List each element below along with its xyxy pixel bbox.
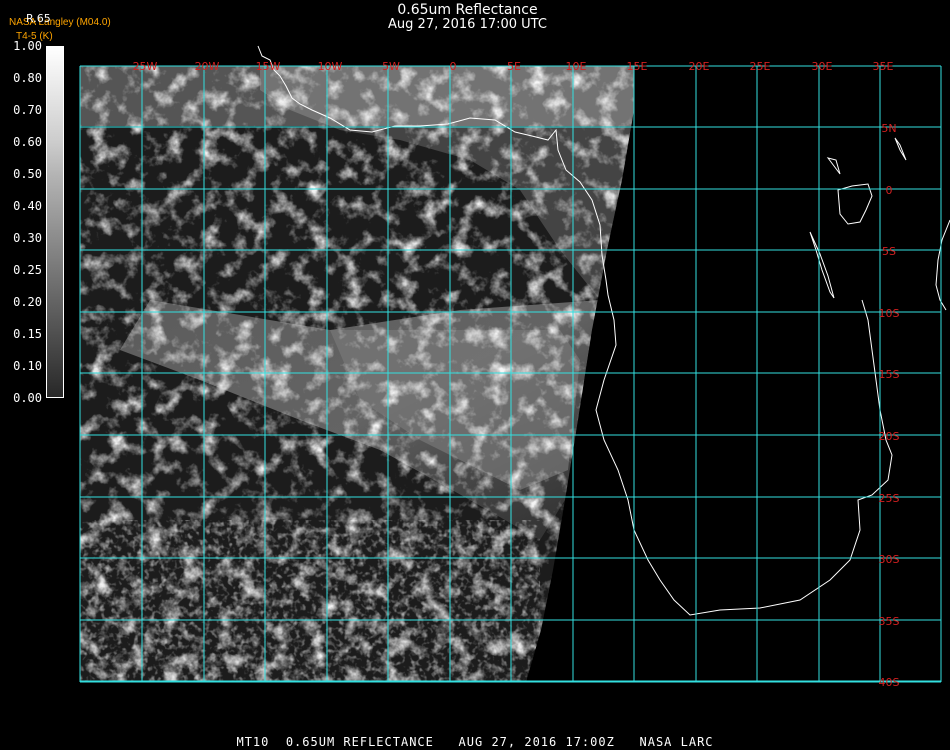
latitude-label: 10S	[879, 307, 900, 320]
longitude-label: 5E	[507, 60, 521, 73]
longitude-label: 5W	[382, 60, 400, 73]
east-coast	[935, 219, 950, 311]
latitude-label: 5N	[881, 122, 896, 135]
latitude-label: 20S	[879, 430, 900, 443]
longitude-label: 0	[450, 60, 457, 73]
satellite-map: 25W 20W 15W 10W 5W 0 5E 10E 15E 20E 25E 30E 35E 5N 0 5S…	[79, 45, 950, 689]
longitude-label: 30E	[812, 60, 833, 73]
latitude-label: 0	[886, 184, 893, 197]
longitude-label: 15W	[256, 60, 281, 73]
longitude-label: 25W	[133, 60, 158, 73]
lake-victoria	[837, 183, 873, 225]
latitude-label: 15S	[879, 368, 900, 381]
latitude-label: 5S	[882, 245, 896, 258]
longitude-label: 20W	[195, 60, 220, 73]
latitude-label: 40S	[879, 676, 900, 689]
satellite-imagery	[80, 66, 634, 682]
lake-turkana	[826, 157, 841, 175]
lake-malawi	[809, 231, 835, 299]
footer-caption: MT10 0.65UM REFLECTANCE AUG 27, 2016 17:…	[236, 735, 714, 749]
longitude-label: 10W	[318, 60, 343, 73]
longitude-label: 35E	[873, 60, 894, 73]
latitude-label: 25S	[879, 492, 900, 505]
longitude-label: 25E	[750, 60, 771, 73]
longitude-label: 15E	[627, 60, 648, 73]
latitude-label: 30S	[879, 553, 900, 566]
longitude-label: 10E	[566, 60, 587, 73]
longitude-label: 20E	[689, 60, 710, 73]
latitude-label: 35S	[879, 615, 900, 628]
lake-tanganyika	[894, 137, 907, 161]
